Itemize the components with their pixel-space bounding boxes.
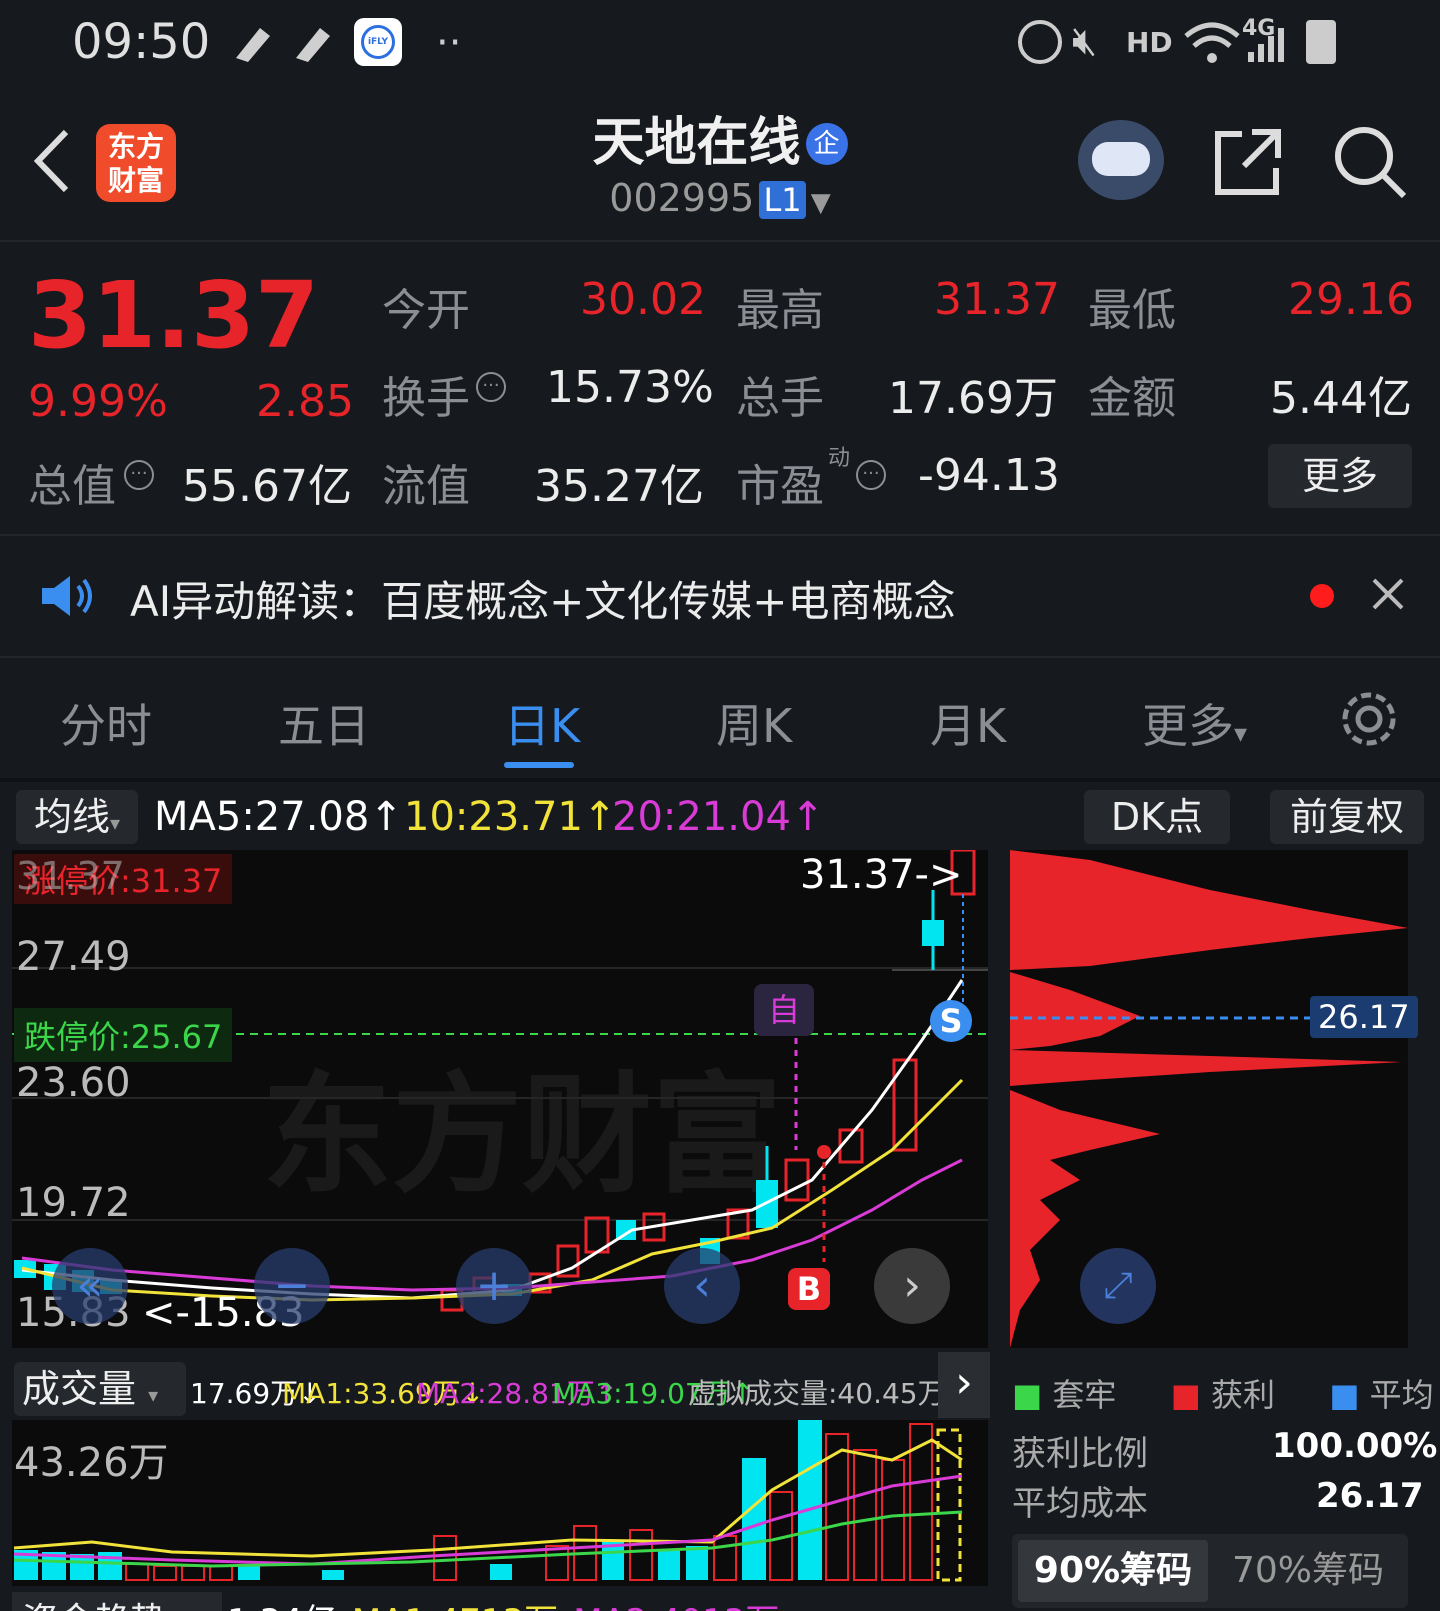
signal-icon	[1248, 28, 1284, 62]
expand-icon[interactable]: ⤢	[1080, 1248, 1156, 1324]
robot-assistant-icon[interactable]	[1078, 120, 1164, 200]
float-cap-label: 流值	[382, 461, 470, 512]
divider	[0, 656, 1440, 658]
info-icon[interactable]: ···	[124, 460, 154, 490]
low-label: 最低	[1088, 285, 1176, 336]
tab-daily-k[interactable]: 日K	[504, 690, 580, 756]
divider	[0, 534, 1440, 536]
avg-cost-marker: 26.17	[1310, 996, 1418, 1038]
chip-legend: ■ 套牢 ■ 获利 ■ 平均	[1012, 1376, 1434, 1414]
profit-ratio-label: 获利比例	[1012, 1434, 1148, 1474]
enterprise-badge: 企	[805, 123, 848, 165]
change-amount: 2.85	[256, 376, 354, 427]
market-cap-label: 总值	[28, 461, 116, 512]
self-select-marker[interactable]: 自	[754, 984, 814, 1036]
limit-down-label: 跌停价:25.67	[14, 1008, 233, 1062]
ai-interpretation-text[interactable]: AI异动解读：百度概念+文化传媒+电商概念	[130, 568, 956, 629]
avg-cost-value: 26.17	[1316, 1476, 1424, 1516]
y-label: 27.49	[16, 934, 131, 980]
status-bar: 09:50 iFLY ·· 🔇︎ HD 4G	[0, 0, 1440, 90]
tab-weekly-k[interactable]: 周K	[716, 690, 792, 756]
chip-distribution-chart[interactable]: 26.17 ⤢	[1010, 850, 1418, 1348]
last-price-marker: 31.37->	[800, 852, 963, 898]
status-time: 09:50	[72, 14, 211, 70]
pe-label: 市盈	[736, 461, 824, 512]
tab-five-day[interactable]: 五日	[278, 690, 370, 756]
info-icon[interactable]: ···	[476, 372, 506, 402]
turnover-value: 15.73%	[546, 362, 714, 413]
pe-value: -94.13	[918, 450, 1060, 501]
plus-icon[interactable]: +	[456, 1248, 532, 1324]
avg-cost-label: 平均成本	[1012, 1484, 1148, 1524]
more-button[interactable]: 更多	[1268, 444, 1412, 508]
tab-chip-70[interactable]: 70%筹码	[1210, 1540, 1406, 1602]
amount-value: 5.44亿	[1270, 373, 1412, 424]
divider	[0, 240, 1440, 242]
mute-icon: 🔇︎	[1072, 18, 1098, 64]
notification-icons	[236, 28, 330, 62]
volume-max-label: 43.26万	[14, 1440, 169, 1486]
kline-chart[interactable]: 东方财富 涨停价:31.37 31.37 27.49 跌停价:25.67 23.…	[12, 850, 988, 1348]
search-icon[interactable]	[1332, 124, 1408, 200]
chevron-right-icon[interactable]: ›	[874, 1248, 950, 1324]
gear-icon[interactable]	[1338, 688, 1400, 750]
battery-icon	[1306, 20, 1336, 64]
market-cap-value: 55.67亿	[182, 461, 352, 512]
wifi-icon	[1184, 22, 1240, 63]
stock-name: 天地在线	[592, 113, 801, 173]
chevron-left-icon[interactable]: ‹	[664, 1248, 740, 1324]
change-percent: 9.99%	[28, 376, 168, 427]
pe-superscript: 动	[828, 446, 851, 471]
speaker-icon	[42, 576, 92, 616]
low-value: 29.16	[1288, 274, 1414, 325]
chevron-right-icon[interactable]: ›	[938, 1352, 990, 1418]
current-price: 31.37	[28, 262, 320, 369]
high-label: 最高	[736, 285, 824, 336]
minus-icon[interactable]: −	[254, 1248, 330, 1324]
divider	[0, 778, 1440, 782]
y-label-top: 31.37	[16, 854, 125, 898]
float-cap-value: 35.27亿	[534, 461, 704, 512]
stock-code: 002995	[609, 176, 755, 220]
info-icon[interactable]: ···	[856, 460, 886, 490]
buy-marker[interactable]: B	[788, 1268, 830, 1310]
tab-intraday[interactable]: 分时	[60, 690, 152, 756]
ma10-value: 10:23.71↑	[404, 794, 617, 840]
bottom-indicator-row: 资金趋势 1.34亿 MA1:4713万 MA2:4013万	[12, 1592, 988, 1611]
volume-label: 总手	[736, 373, 824, 424]
hd-icon: HD	[1126, 26, 1173, 59]
y-label: 23.60	[16, 1060, 131, 1106]
tab-more[interactable]: 更多▾	[1142, 690, 1247, 756]
close-icon[interactable]	[1370, 576, 1406, 612]
virtual-volume: 虚拟成交量:40.45万	[688, 1377, 946, 1410]
ifly-app-icon: iFLY	[354, 18, 402, 66]
y-label: 19.72	[16, 1180, 131, 1226]
volume-indicator-select[interactable]: 成交量 ▾	[14, 1362, 186, 1416]
level-badge: L1	[759, 181, 806, 219]
open-value: 30.02	[580, 274, 706, 325]
ma5-value: MA5:27.08↑	[154, 794, 403, 840]
chip-svg	[1010, 850, 1408, 1348]
dk-point-button[interactable]: DK点	[1084, 790, 1230, 844]
turnover-label: 换手	[382, 373, 470, 424]
high-value: 31.37	[934, 274, 1060, 325]
amount-label: 金额	[1088, 373, 1176, 424]
active-tab-indicator	[504, 762, 574, 768]
price-adjust-button[interactable]: 前复权	[1270, 790, 1424, 844]
more-notifications-icon: ··	[436, 20, 462, 66]
unread-dot	[1310, 584, 1334, 608]
sell-marker[interactable]: S	[930, 1000, 972, 1042]
chevron-down-icon: ▼	[810, 188, 831, 218]
tab-monthly-k[interactable]: 月K	[930, 690, 1006, 756]
open-label: 今开	[382, 285, 470, 336]
tab-chip-90[interactable]: 90%筹码	[1018, 1540, 1208, 1602]
indicator-select[interactable]: 均线▾	[16, 790, 138, 844]
alarm-icon	[1018, 20, 1062, 64]
ma20-value: 20:21.04↑	[612, 794, 825, 840]
volume-value: 17.69万	[888, 373, 1058, 424]
zoom-out-left-icon[interactable]: «	[52, 1248, 128, 1324]
volume-chart[interactable]: 43.26万	[12, 1420, 988, 1586]
profit-ratio-value: 100.00%	[1272, 1426, 1438, 1466]
share-icon[interactable]	[1212, 126, 1284, 198]
